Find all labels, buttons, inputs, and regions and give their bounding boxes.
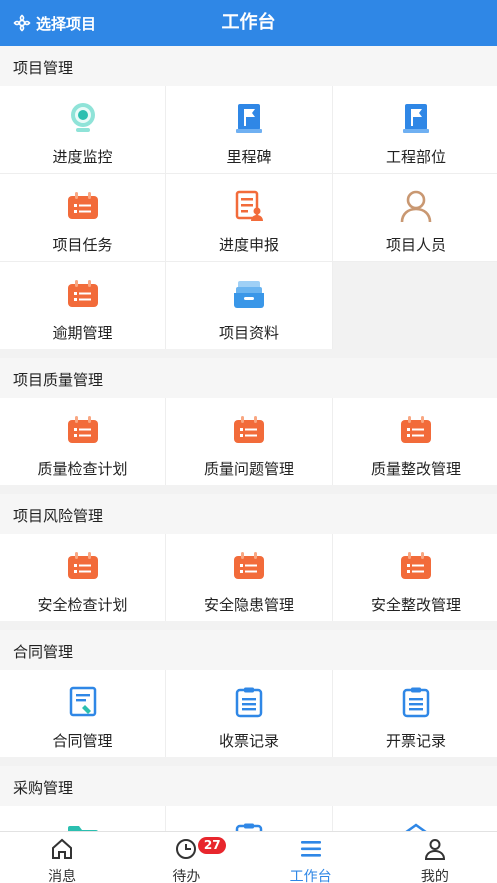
report-icon [231,188,267,224]
header-bar: 选择项目 工作台 [0,0,497,46]
feature-tile[interactable]: 逾期管理 [0,262,165,349]
feature-tile[interactable]: 项目资料 [166,262,332,349]
feature-tile[interactable]: 项目人员 [333,174,497,261]
feature-label: 逾期管理 [52,324,113,342]
clipboard-icon [231,684,267,720]
feature-tile[interactable]: 工程部位 [333,86,497,173]
feature-tile[interactable]: 开票记录 [333,670,497,757]
feature-grid: 质量检查计划 质量问题管理 质量整改管理 [0,398,497,485]
tab-2[interactable]: 工作台 [249,832,373,883]
feature-label: 里程碑 [226,148,272,166]
feature-tile[interactable]: 里程碑 [166,86,332,173]
calendar-icon [65,412,101,448]
calendar-icon [398,548,434,584]
section-title: 项目质量管理 [0,358,497,398]
feature-label: 进度申报 [218,236,279,254]
feature-grid [0,806,497,831]
calendar-icon [65,276,101,312]
feature-grid: 进度监控 里程碑 工程部位项目任务 进度申报 项目人员逾期管理 项目资料 [0,86,497,349]
tab-label: 我的 [420,869,449,883]
tab-1[interactable]: 待办 27 [124,832,248,883]
feature-tile[interactable]: 安全检查计划 [0,534,165,621]
clipboard-icon [398,684,434,720]
user-icon [423,838,447,864]
section-title: 采购管理 [0,766,497,806]
contract-icon [65,684,101,720]
feature-label: 项目资料 [218,324,279,342]
feature-tile[interactable]: 质量检查计划 [0,398,165,485]
section-0: 项目管理进度监控 里程碑 工程部位项目任务 进度申报 项目人员逾期管理 项目资料 [0,46,497,349]
feature-tile[interactable]: 进度申报 [166,174,332,261]
person-icon [398,188,434,224]
flag-icon [398,100,434,136]
calendar-icon [231,412,267,448]
feature-label: 工程部位 [385,148,446,166]
bottom-tab-bar: 消息 待办 27 工作台 我的 [0,831,497,883]
feature-label: 质量问题管理 [203,460,294,478]
feature-tile[interactable]: 安全隐患管理 [166,534,332,621]
workbench-content: 项目管理进度监控 里程碑 工程部位项目任务 进度申报 项目人员逾期管理 项目资料项目质量管… [0,46,497,831]
tab-label: 消息 [48,869,77,883]
section-2: 项目风险管理安全检查计划 安全隐患管理 安全整改管理 [0,494,497,621]
feature-label: 安全整改管理 [370,596,461,614]
select-project-button[interactable]: 选择项目 [12,12,96,34]
feature-tile[interactable]: 进度监控 [0,86,165,173]
warehouse-icon [398,820,434,831]
feature-tile[interactable] [166,806,332,831]
feature-label: 安全隐患管理 [203,596,294,614]
flower-icon [13,14,31,32]
feature-label: 项目任务 [52,236,113,254]
feature-grid: 合同管理 收票记录 开票记录 [0,670,497,757]
feature-tile[interactable]: 收票记录 [166,670,332,757]
section-1: 项目质量管理质量检查计划 质量问题管理 质量整改管理 [0,358,497,485]
tab-0[interactable]: 消息 [0,832,124,883]
section-title: 合同管理 [0,630,497,670]
feature-label: 项目人员 [385,236,446,254]
calendar-icon [398,412,434,448]
tab-label: 待办 [172,869,201,883]
feature-tile[interactable] [333,806,497,831]
feature-label: 收票记录 [218,732,279,750]
feature-label: 安全检查计划 [37,596,128,614]
feature-tile[interactable]: 安全整改管理 [333,534,497,621]
feature-tile[interactable]: 质量整改管理 [333,398,497,485]
webcam-icon [65,100,101,136]
tab-label: 工作台 [289,869,332,883]
calendar-icon [65,548,101,584]
feature-label: 合同管理 [52,732,113,750]
feature-tile[interactable]: 质量问题管理 [166,398,332,485]
flag-icon [231,100,267,136]
section-title: 项目风险管理 [0,494,497,534]
folder-icon [65,820,101,831]
checklist-icon [231,820,267,831]
feature-tile[interactable]: 合同管理 [0,670,165,757]
feature-label: 进度监控 [52,148,113,166]
feature-label: 开票记录 [385,732,446,750]
section-3: 合同管理 合同管理 收票记录 开票记录 [0,630,497,757]
home-icon [50,838,74,864]
menu-icon [299,838,323,864]
section-4: 采购管理 [0,766,497,831]
tray-icon [231,276,267,312]
calendar-icon [231,548,267,584]
todo-count-badge: 27 [198,837,227,854]
feature-tile[interactable]: 项目任务 [0,174,165,261]
feature-label: 质量检查计划 [37,460,128,478]
feature-grid: 安全检查计划 安全隐患管理 安全整改管理 [0,534,497,621]
section-title: 项目管理 [0,46,497,86]
clock-icon [174,838,198,864]
tab-3[interactable]: 我的 [373,832,497,883]
select-project-label: 选择项目 [36,14,97,33]
feature-tile[interactable] [0,806,165,831]
calendar-icon [65,188,101,224]
empty-tile [333,262,497,349]
feature-label: 质量整改管理 [370,460,461,478]
